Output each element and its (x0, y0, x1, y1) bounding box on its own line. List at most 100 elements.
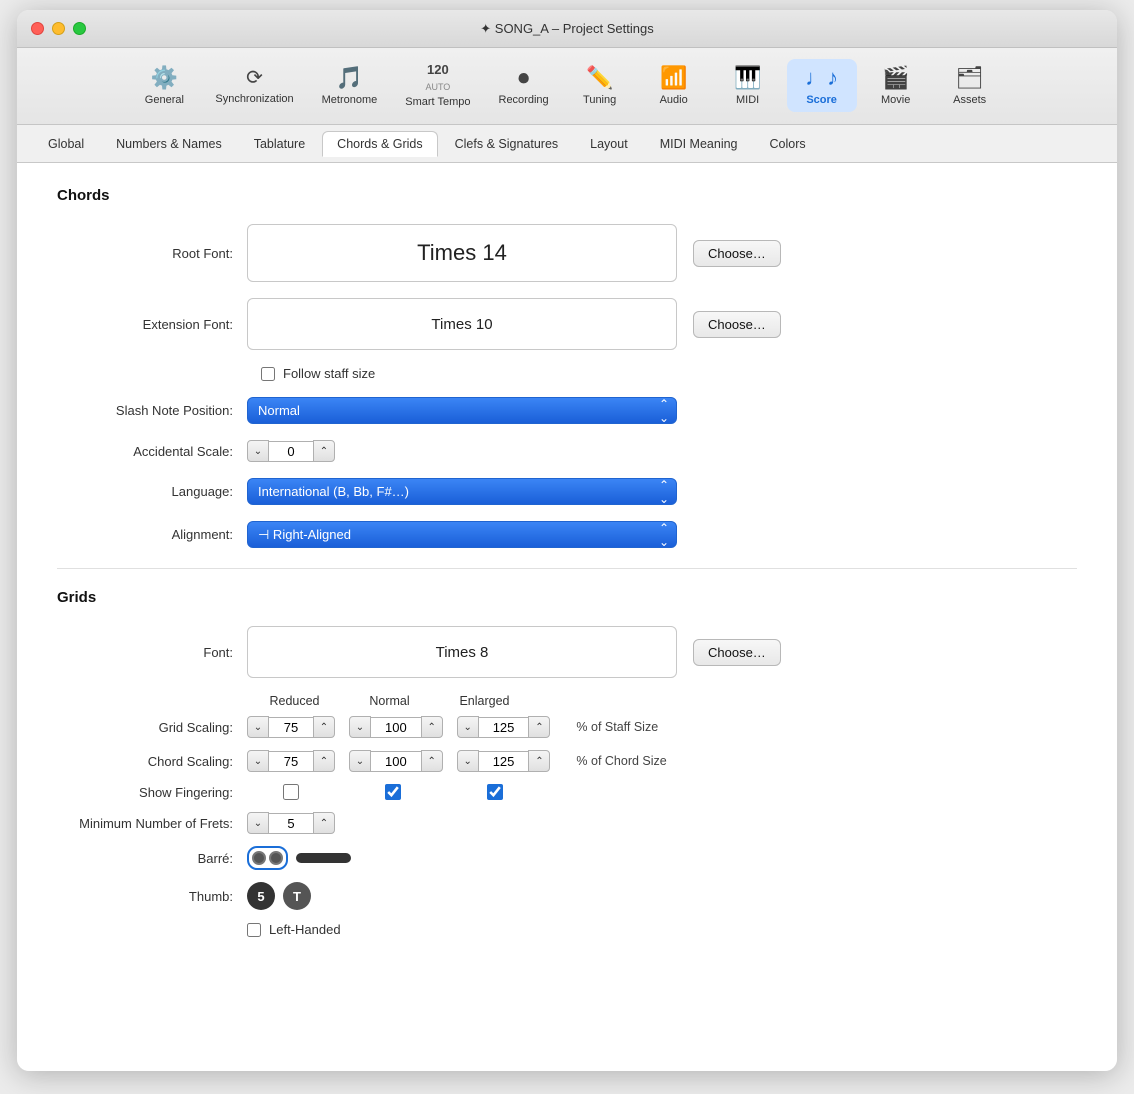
thumb-number-option[interactable]: 5 (247, 882, 275, 910)
thumb-t-option[interactable]: T (283, 882, 311, 910)
barre-arc-option[interactable] (247, 846, 288, 870)
tab-layout[interactable]: Layout (575, 131, 643, 157)
min-frets-decrement[interactable]: ⌄ (247, 812, 269, 834)
accidental-scale-decrement[interactable]: ⌄ (247, 440, 269, 462)
toolbar-label-assets: Assets (953, 94, 986, 106)
slash-note-select[interactable]: Normal High Low (247, 397, 677, 424)
grids-font-choose-button[interactable]: Choose… (693, 639, 781, 666)
chord-scaling-enlarged-increment[interactable]: ⌃ (528, 750, 550, 772)
thumb-options: 5 T (247, 882, 311, 910)
toolbar-label-smart-tempo: Smart Tempo (405, 96, 470, 108)
follow-staff-size-row: Follow staff size (261, 366, 1077, 381)
audio-icon: 📶 (660, 65, 687, 91)
left-handed-checkbox[interactable] (247, 923, 261, 937)
follow-staff-size-checkbox[interactable] (261, 367, 275, 381)
language-select[interactable]: International (B, Bb, F#…) German Solfèg… (247, 478, 677, 505)
metronome-icon: 🎵 (336, 65, 363, 91)
tab-clefs-signatures[interactable]: Clefs & Signatures (440, 131, 574, 157)
language-row: Language: International (B, Bb, F#…) Ger… (57, 478, 1077, 505)
grid-col-headers: Reduced Normal Enlarged (57, 694, 1077, 708)
chord-scaling-reduced-increment[interactable]: ⌃ (313, 750, 335, 772)
root-font-row: Root Font: Times 14 Choose… (57, 224, 1077, 282)
show-fingering-row: Show Fingering: (57, 784, 1077, 800)
tab-numbers-names[interactable]: Numbers & Names (101, 131, 237, 157)
grids-font-display: Times 8 (247, 626, 677, 678)
min-frets-stepper: ⌄ 5 ⌃ (247, 812, 335, 834)
grid-scaling-reduced-increment[interactable]: ⌃ (313, 716, 335, 738)
grid-scaling-reduced-stepper: ⌄ 75 ⌃ (247, 716, 335, 738)
toolbar-item-recording[interactable]: ⏺ Recording (487, 59, 561, 112)
show-fingering-label: Show Fingering: (57, 785, 247, 800)
show-fingering-normal-checkbox[interactable] (385, 784, 401, 800)
chord-scaling-enlarged-decrement[interactable]: ⌄ (457, 750, 479, 772)
barre-line-option[interactable] (296, 853, 351, 863)
toolbar-item-tuning[interactable]: ✏️ Tuning (565, 59, 635, 112)
movie-icon: 🎬 (882, 65, 909, 91)
tab-tablature[interactable]: Tablature (239, 131, 320, 157)
min-frets-label: Minimum Number of Frets: (57, 816, 247, 831)
tuning-icon: ✏️ (586, 65, 613, 91)
grid-scaling-label: Grid Scaling: (57, 720, 247, 735)
grids-section-title: Grids (57, 589, 1077, 606)
show-fingering-reduced-checkbox[interactable] (283, 784, 299, 800)
grids-section: Grids Font: Times 8 Choose… Reduced Norm… (57, 589, 1077, 937)
root-font-label: Root Font: (57, 246, 247, 261)
alignment-select-wrapper: ⊣ Right-Aligned Left-Aligned Center ⌃⌄ (247, 521, 677, 548)
tab-chords-grids[interactable]: Chords & Grids (322, 131, 437, 157)
follow-staff-size-label: Follow staff size (283, 366, 375, 381)
extension-font-choose-button[interactable]: Choose… (693, 311, 781, 338)
thumb-row: Thumb: 5 T (57, 882, 1077, 910)
titlebar: ✦ SONG_A – Project Settings (17, 10, 1117, 48)
traffic-lights (31, 22, 86, 35)
grid-scaling-enlarged-increment[interactable]: ⌃ (528, 716, 550, 738)
chord-scaling-row: Chord Scaling: ⌄ 75 ⌃ ⌄ 100 ⌃ ⌄ 125 (57, 750, 1077, 772)
toolbar-label-metronome: Metronome (322, 94, 378, 106)
root-font-choose-button[interactable]: Choose… (693, 240, 781, 267)
grid-scaling-enlarged-value: 125 (479, 717, 529, 738)
barre-arc-right-dot (269, 851, 283, 865)
toolbar-label-midi: MIDI (736, 94, 759, 106)
grid-scaling-normal-decrement[interactable]: ⌄ (349, 716, 371, 738)
minimize-button[interactable] (52, 22, 65, 35)
alignment-row: Alignment: ⊣ Right-Aligned Left-Aligned … (57, 521, 1077, 548)
col-header-reduced: Reduced (247, 694, 342, 708)
left-handed-row: Left-Handed (57, 922, 1077, 937)
grids-font-label: Font: (57, 645, 247, 660)
barre-row: Barré: (57, 846, 1077, 870)
min-frets-value: 5 (269, 813, 313, 834)
maximize-button[interactable] (73, 22, 86, 35)
grid-scaling-normal-increment[interactable]: ⌃ (421, 716, 443, 738)
extension-font-label: Extension Font: (57, 317, 247, 332)
grid-scaling-enlarged-decrement[interactable]: ⌄ (457, 716, 479, 738)
accidental-scale-label: Accidental Scale: (57, 444, 247, 459)
tab-midi-meaning[interactable]: MIDI Meaning (645, 131, 753, 157)
grid-scaling-reduced-decrement[interactable]: ⌄ (247, 716, 269, 738)
toolbar-item-synchronization[interactable]: ⟳ Synchronization (203, 59, 305, 111)
toolbar-item-movie[interactable]: 🎬 Movie (861, 59, 931, 112)
toolbar-label-score: Score (806, 94, 837, 106)
barre-arc-left-dot (252, 851, 266, 865)
toolbar-item-midi[interactable]: 🎹 MIDI (713, 59, 783, 112)
toolbar-label-sync: Synchronization (215, 93, 293, 105)
chord-scaling-reduced-decrement[interactable]: ⌄ (247, 750, 269, 772)
show-fingering-enlarged-checkbox[interactable] (487, 784, 503, 800)
alignment-select[interactable]: ⊣ Right-Aligned Left-Aligned Center (247, 521, 677, 548)
toolbar-label-recording: Recording (499, 94, 549, 106)
tab-global[interactable]: Global (33, 131, 99, 157)
smart-tempo-icon: 120AUTO (425, 62, 450, 93)
grid-scaling-row: Grid Scaling: ⌄ 75 ⌃ ⌄ 100 ⌃ ⌄ 125 (57, 716, 1077, 738)
toolbar-item-general[interactable]: ⚙️ General (129, 59, 199, 112)
toolbar-item-score[interactable]: ♩♪ Score (787, 59, 857, 112)
chord-scaling-normal-increment[interactable]: ⌃ (421, 750, 443, 772)
accidental-scale-increment[interactable]: ⌃ (313, 440, 335, 462)
chord-scaling-normal-decrement[interactable]: ⌄ (349, 750, 371, 772)
toolbar-item-smart-tempo[interactable]: 120AUTO Smart Tempo (393, 56, 482, 114)
chord-scaling-reduced-stepper: ⌄ 75 ⌃ (247, 750, 335, 772)
min-frets-increment[interactable]: ⌃ (313, 812, 335, 834)
toolbar-item-audio[interactable]: 📶 Audio (639, 59, 709, 112)
toolbar-item-assets[interactable]: 🗂 Assets (935, 59, 1005, 112)
accidental-scale-value: 0 (269, 441, 313, 462)
close-button[interactable] (31, 22, 44, 35)
toolbar-item-metronome[interactable]: 🎵 Metronome (310, 59, 390, 112)
tab-colors[interactable]: Colors (755, 131, 821, 157)
